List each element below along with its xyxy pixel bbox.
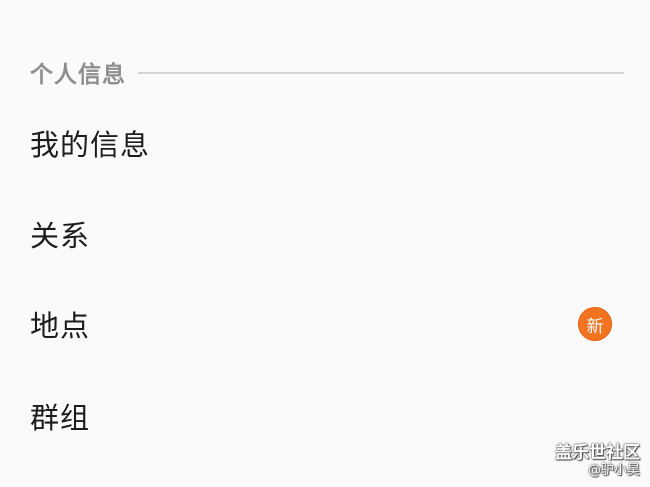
community-watermark: 盖乐世社区 @驴小昊 [555,443,640,479]
watermark-user: @驴小昊 [587,463,640,479]
menu-item-my-info[interactable]: 我的信息 [0,98,650,188]
menu-item-groups[interactable]: 群组 [0,371,650,461]
new-badge: 新 [578,307,612,341]
watermark-title: 盖乐世社区 [555,443,640,464]
section-title: 个人信息 [30,62,126,88]
menu-item-label: 群组 [30,401,91,435]
section-divider [138,72,624,74]
menu-item-places[interactable]: 地点 新 [0,279,650,369]
menu-item-relationships[interactable]: 关系 [0,189,650,279]
section-header-personal-info: 个人信息 [30,56,624,88]
menu-item-label: 关系 [30,219,91,253]
menu-item-label: 我的信息 [30,128,151,162]
menu-item-label: 地点 [30,309,91,343]
